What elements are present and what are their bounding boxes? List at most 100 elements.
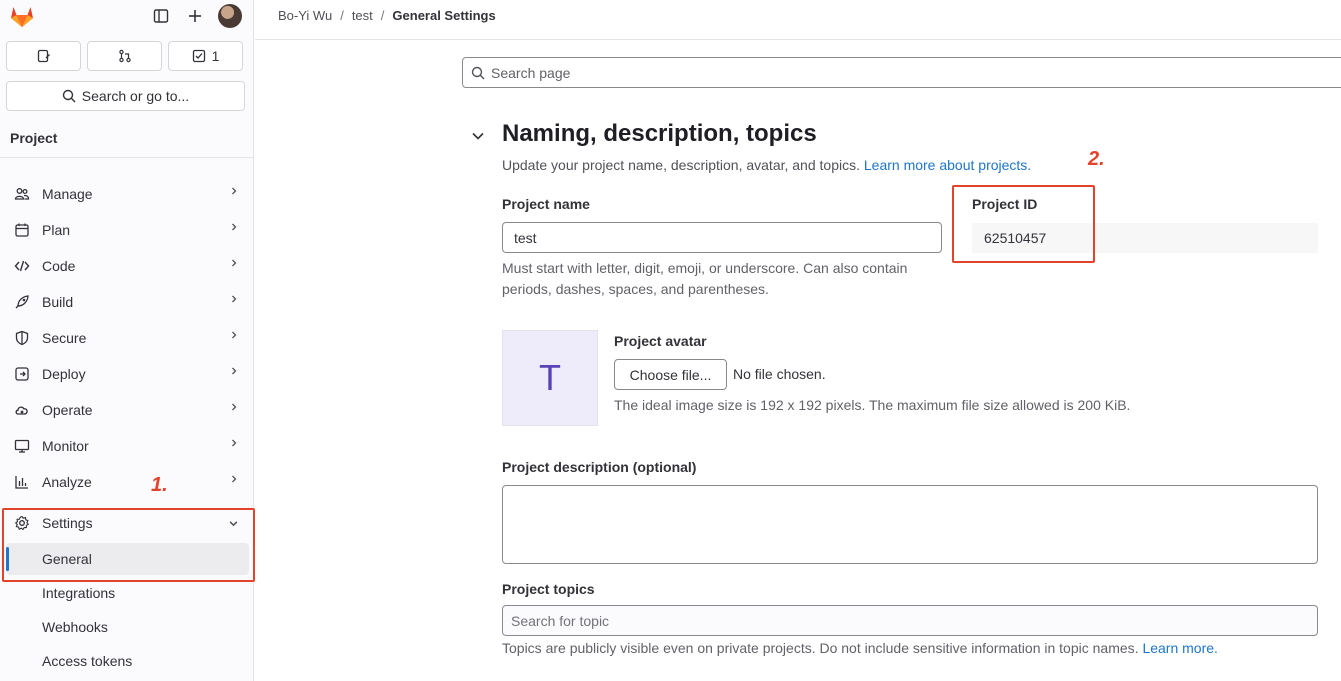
- project-name-input[interactable]: test: [502, 222, 942, 253]
- chevron-right-icon: [232, 331, 237, 339]
- sidebar-topbar: [0, 0, 253, 36]
- breadcrumb: Bo-Yi Wu / test / General Settings: [278, 8, 496, 23]
- search-icon: [471, 66, 485, 79]
- topics-learn-more-link[interactable]: Learn more.: [1142, 640, 1217, 656]
- sidebar-item-plan[interactable]: Plan: [0, 212, 253, 248]
- no-file-chosen-text: No file chosen.: [733, 366, 826, 382]
- section-description-text: Update your project name, description, a…: [502, 157, 860, 173]
- header-divider: [255, 39, 1341, 40]
- project-description-label: Project description (optional): [502, 459, 697, 475]
- chevron-right-icon: [232, 367, 237, 375]
- annotation-box-settings: [2, 508, 255, 582]
- project-avatar-label: Project avatar: [614, 333, 707, 349]
- users-icon: [14, 186, 30, 202]
- todo-icon: [192, 49, 205, 63]
- project-name-value: test: [514, 229, 537, 246]
- sidebar-item-label: Plan: [42, 222, 71, 238]
- sidebar-item-monitor[interactable]: Monitor: [0, 428, 253, 464]
- main-content: Bo-Yi Wu / test / General Settings Searc…: [255, 0, 1341, 681]
- breadcrumb-user[interactable]: Bo-Yi Wu: [278, 8, 332, 23]
- sidebar-item-label: Analyze: [42, 474, 92, 490]
- sidebar-subitem-webhooks[interactable]: Webhooks: [6, 611, 249, 643]
- topics-help-text: Topics are publicly visible even on priv…: [502, 640, 1139, 656]
- breadcrumb-current[interactable]: General Settings: [392, 8, 495, 23]
- chart-icon: [14, 474, 30, 490]
- project-name-label: Project name: [502, 196, 590, 212]
- gitlab-tanuki-icon[interactable]: [9, 4, 35, 28]
- chevron-right-icon: [232, 475, 237, 483]
- sidebar-item-label: Manage: [42, 186, 93, 202]
- chevron-right-icon: [232, 223, 237, 231]
- breadcrumb-project[interactable]: test: [352, 8, 373, 23]
- deploy-icon: [14, 366, 30, 382]
- chevron-right-icon: [232, 403, 237, 411]
- sidebar-divider: [0, 157, 253, 158]
- avatar-help: The ideal image size is 192 x 192 pixels…: [614, 397, 1131, 413]
- choose-file-button[interactable]: Choose file...: [614, 359, 727, 390]
- section-title: Naming, description, topics: [502, 120, 817, 147]
- sidebar-item-manage[interactable]: Manage: [0, 176, 253, 212]
- todos-button[interactable]: 1: [168, 41, 243, 71]
- topics-placeholder: Search for topic: [511, 612, 610, 629]
- subitem-label: Integrations: [42, 585, 116, 601]
- sidebar-item-operate[interactable]: Operate: [0, 392, 253, 428]
- search-icon: [62, 89, 76, 103]
- subitem-label: Webhooks: [42, 619, 108, 635]
- section-description: Update your project name, description, a…: [502, 157, 1031, 173]
- plus-icon[interactable]: [184, 5, 206, 27]
- rocket-icon: [14, 294, 30, 310]
- breadcrumb-separator: /: [340, 8, 344, 23]
- merge-requests-button[interactable]: [87, 41, 162, 71]
- monitor-icon: [14, 438, 30, 454]
- issues-button[interactable]: [6, 41, 81, 71]
- search-or-go-to-button[interactable]: Search or go to...: [6, 81, 245, 111]
- sidebar-item-label: Monitor: [42, 438, 89, 454]
- merge-request-icon: [118, 49, 131, 63]
- project-name-help: Must start with letter, digit, emoji, or…: [502, 258, 962, 300]
- sidebar-item-label: Build: [42, 294, 74, 310]
- sidebar-item-label: Secure: [42, 330, 87, 346]
- user-avatar[interactable]: [218, 4, 242, 28]
- project-name-help-line2: periods, dashes, spaces, and parentheses…: [502, 281, 769, 297]
- topics-help: Topics are publicly visible even on priv…: [502, 638, 1332, 659]
- sidebar-item-label: Operate: [42, 402, 93, 418]
- search-page-input[interactable]: Search page: [462, 57, 1341, 88]
- search-page-placeholder: Search page: [491, 64, 571, 81]
- todo-count: 1: [211, 48, 220, 64]
- annotation-box-project-id: [952, 185, 1095, 263]
- chevron-right-icon: [232, 187, 237, 195]
- topics-search-input[interactable]: Search for topic: [502, 605, 1318, 636]
- subitem-label: Access tokens: [42, 653, 133, 669]
- code-icon: [14, 258, 30, 274]
- counter-buttons: 1: [6, 41, 243, 71]
- sidebar-item-label: Code: [42, 258, 76, 274]
- chevron-right-icon: [232, 439, 237, 447]
- project-name-help-line1: Must start with letter, digit, emoji, or…: [502, 260, 908, 276]
- sidebar-item-code[interactable]: Code: [0, 248, 253, 284]
- project-avatar-preview: T: [502, 330, 598, 426]
- project-description-textarea[interactable]: [502, 485, 1318, 564]
- sidebar-nav: Manage Plan Code Build Secure Deploy Ope…: [0, 176, 253, 500]
- sidebar-item-label: Deploy: [42, 366, 86, 382]
- annotation-number-2: 2.: [1088, 148, 1105, 170]
- sidebar-subitem-access-tokens[interactable]: Access tokens: [6, 645, 249, 677]
- sidebar-item-analyze[interactable]: Analyze: [0, 464, 253, 500]
- avatar-letter: T: [539, 357, 561, 398]
- chevron-right-icon: [232, 259, 237, 267]
- sidebar-item-secure[interactable]: Secure: [0, 320, 253, 356]
- sidebar-toggle-icon[interactable]: [150, 5, 172, 27]
- project-topics-label: Project topics: [502, 581, 595, 597]
- sidebar-item-deploy[interactable]: Deploy: [0, 356, 253, 392]
- chevron-down-icon[interactable]: [470, 128, 486, 144]
- shield-icon: [14, 330, 30, 346]
- issues-icon: [37, 49, 50, 63]
- calendar-icon: [14, 222, 30, 238]
- search-label: Search or go to...: [81, 88, 190, 104]
- annotation-number-1: 1.: [151, 474, 168, 496]
- sidebar-section-title: Project: [10, 130, 58, 146]
- sidebar-item-build[interactable]: Build: [0, 284, 253, 320]
- cloud-icon: [14, 402, 30, 418]
- breadcrumb-separator: /: [380, 8, 385, 23]
- learn-more-projects-link[interactable]: Learn more about projects.: [864, 157, 1031, 173]
- chevron-right-icon: [232, 295, 237, 303]
